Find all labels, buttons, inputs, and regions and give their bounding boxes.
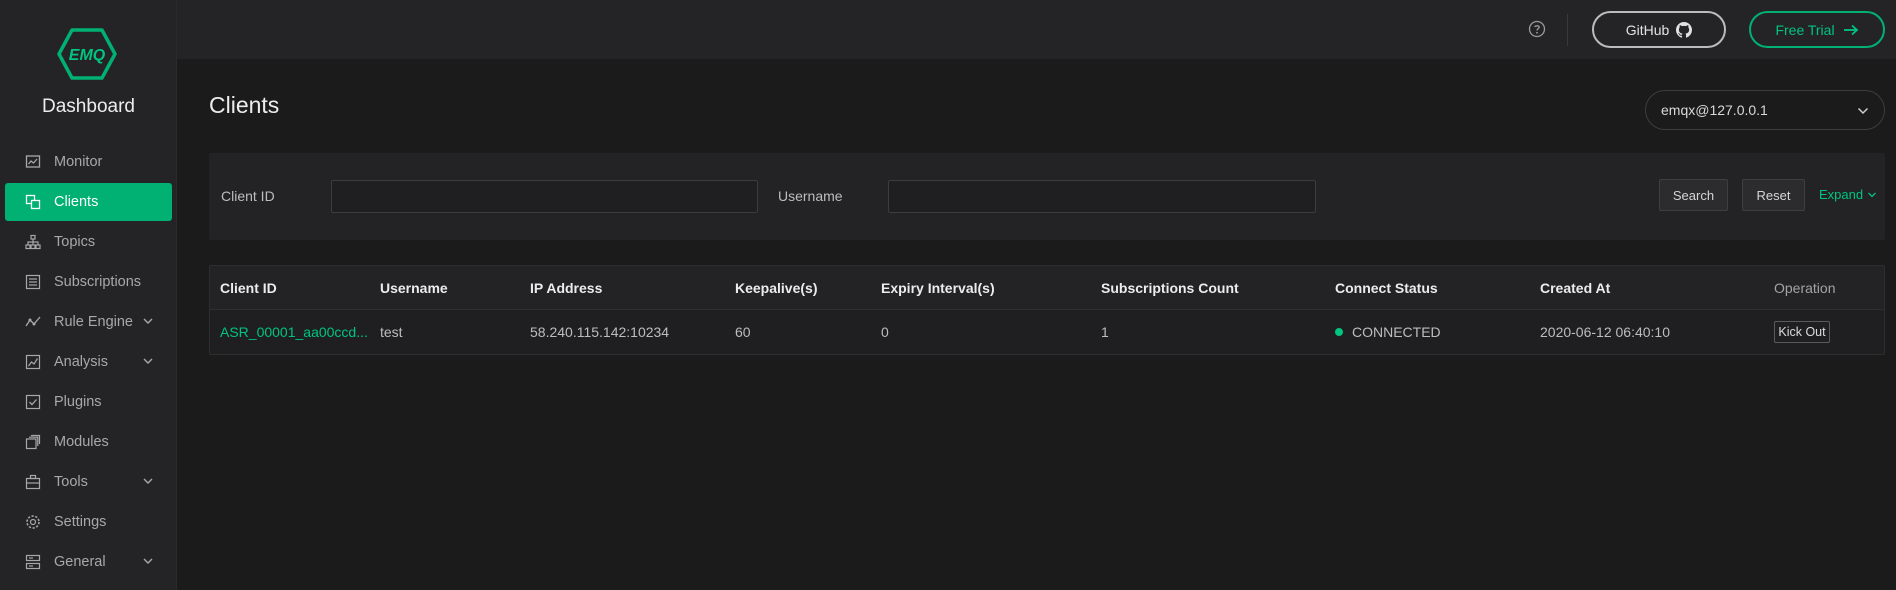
- column-header[interactable]: Expiry Interval(s): [881, 280, 995, 296]
- sidebar-item-settings[interactable]: Settings: [0, 502, 177, 542]
- chevron-down-icon: [143, 558, 153, 564]
- cell-connect-status: CONNECTED: [1335, 324, 1441, 340]
- node-select[interactable]: emqx@127.0.0.1: [1645, 90, 1885, 130]
- github-button[interactable]: GitHub: [1592, 11, 1726, 48]
- expand-toggle[interactable]: Expand: [1819, 187, 1877, 202]
- node-select-value: emqx@127.0.0.1: [1661, 102, 1768, 118]
- subscriptions-icon: [24, 273, 42, 291]
- github-icon: [1676, 21, 1693, 38]
- sidebar-item-subscriptions[interactable]: Subscriptions: [0, 262, 177, 302]
- column-header[interactable]: Created At: [1540, 280, 1610, 296]
- clients-icon: [24, 193, 42, 211]
- sidebar-item-modules[interactable]: Modules: [0, 422, 177, 462]
- column-header[interactable]: Keepalive(s): [735, 280, 817, 296]
- sidebar-item-general[interactable]: General: [0, 542, 177, 582]
- chevron-down-icon: [143, 358, 153, 364]
- status-text: CONNECTED: [1352, 324, 1441, 340]
- brand-name: Dashboard: [42, 96, 135, 117]
- chevron-down-icon: [143, 318, 153, 324]
- cell-ip-address: 58.240.115.142:10234: [530, 324, 670, 340]
- sidebar-item-label: Tools: [54, 474, 88, 490]
- sidebar-item-label: Analysis: [54, 354, 108, 370]
- emq-logo[interactable]: EMQ: [57, 28, 117, 80]
- column-header[interactable]: Client ID: [220, 280, 277, 296]
- column-header[interactable]: Subscriptions Count: [1101, 280, 1239, 296]
- search-button[interactable]: Search: [1659, 179, 1728, 211]
- sidebar-item-label: Monitor: [54, 154, 103, 170]
- sidebar: EMQ Dashboard Monitor Clients Topics Sub…: [0, 0, 177, 590]
- page-title: Clients: [209, 92, 280, 118]
- chevron-down-icon: [143, 478, 153, 484]
- github-label: GitHub: [1625, 21, 1670, 38]
- sidebar-item-rule-engine[interactable]: Rule Engine: [0, 302, 177, 342]
- sidebar-item-tools[interactable]: Tools: [0, 462, 177, 502]
- column-header[interactable]: Connect Status: [1335, 280, 1438, 296]
- sidebar-item-label: Subscriptions: [54, 274, 142, 290]
- sidebar-item-label: Rule Engine: [54, 314, 133, 330]
- sidebar-item-plugins[interactable]: Plugins: [0, 382, 177, 422]
- client-id-label: Client ID: [221, 188, 275, 204]
- app-root: EMQ Dashboard Monitor Clients Topics Sub…: [0, 0, 1896, 590]
- sidebar-item-label: Settings: [54, 514, 107, 530]
- sidebar-item-topics[interactable]: Topics: [0, 222, 177, 262]
- logo-text: EMQ: [69, 47, 106, 64]
- sidebar-item-clients[interactable]: Clients: [5, 183, 172, 221]
- free-trial-label: Free Trial: [1775, 21, 1835, 38]
- column-header[interactable]: Username: [380, 280, 448, 296]
- username-input[interactable]: [888, 180, 1316, 213]
- table-row: ASR_00001_aa00ccd... test 58.240.115.142…: [210, 310, 1884, 355]
- sidebar-item-label: General: [54, 554, 106, 570]
- sidebar-item-label: Plugins: [54, 394, 102, 410]
- topbar: GitHub Free Trial: [177, 0, 1896, 60]
- plugins-icon: [24, 393, 42, 411]
- cell-expiry-interval: 0: [881, 324, 889, 340]
- general-icon: [24, 553, 42, 571]
- sidebar-item-label: Topics: [54, 234, 96, 250]
- topbar-divider: [1567, 14, 1568, 46]
- settings-icon: [24, 513, 42, 531]
- column-header: Operation: [1774, 280, 1836, 296]
- sidebar-item-label: Modules: [54, 434, 109, 450]
- analysis-icon: [24, 353, 42, 371]
- free-trial-button[interactable]: Free Trial: [1749, 11, 1885, 48]
- rule-engine-icon: [24, 313, 42, 331]
- username-label: Username: [778, 188, 843, 204]
- cell-username: test: [380, 324, 403, 340]
- client-id-link[interactable]: ASR_00001_aa00ccd...: [220, 324, 368, 340]
- chevron-down-icon: [1868, 192, 1877, 197]
- modules-icon: [24, 433, 42, 451]
- column-header[interactable]: IP Address: [530, 280, 602, 296]
- sidebar-item-analysis[interactable]: Analysis: [0, 342, 177, 382]
- sidebar-item-monitor[interactable]: Monitor: [0, 142, 177, 182]
- tools-icon: [24, 473, 42, 491]
- monitor-icon: [24, 153, 42, 171]
- chevron-down-icon: [1857, 107, 1869, 115]
- arrow-right-icon: [1843, 24, 1858, 35]
- brand: EMQ Dashboard: [0, 24, 177, 124]
- clients-table: Client ID Username IP Address Keepalive(…: [209, 265, 1885, 355]
- client-id-input[interactable]: [331, 180, 758, 213]
- table-header: Client ID Username IP Address Keepalive(…: [210, 266, 1884, 310]
- cell-subscriptions-count: 1: [1101, 324, 1109, 340]
- help-icon[interactable]: [1528, 20, 1546, 38]
- topics-icon: [24, 233, 42, 251]
- sidebar-nav: Monitor Clients Topics Subscriptions Rul…: [0, 142, 177, 582]
- cell-created-at: 2020-06-12 06:40:10: [1540, 324, 1670, 340]
- kick-out-button[interactable]: Kick Out: [1774, 321, 1830, 343]
- cell-keepalive: 60: [735, 324, 751, 340]
- search-panel: Client ID Username Search Reset Expand: [209, 153, 1885, 240]
- expand-label: Expand: [1819, 187, 1864, 202]
- reset-button[interactable]: Reset: [1742, 179, 1805, 211]
- sidebar-item-label: Clients: [54, 194, 99, 210]
- status-dot: [1335, 328, 1343, 336]
